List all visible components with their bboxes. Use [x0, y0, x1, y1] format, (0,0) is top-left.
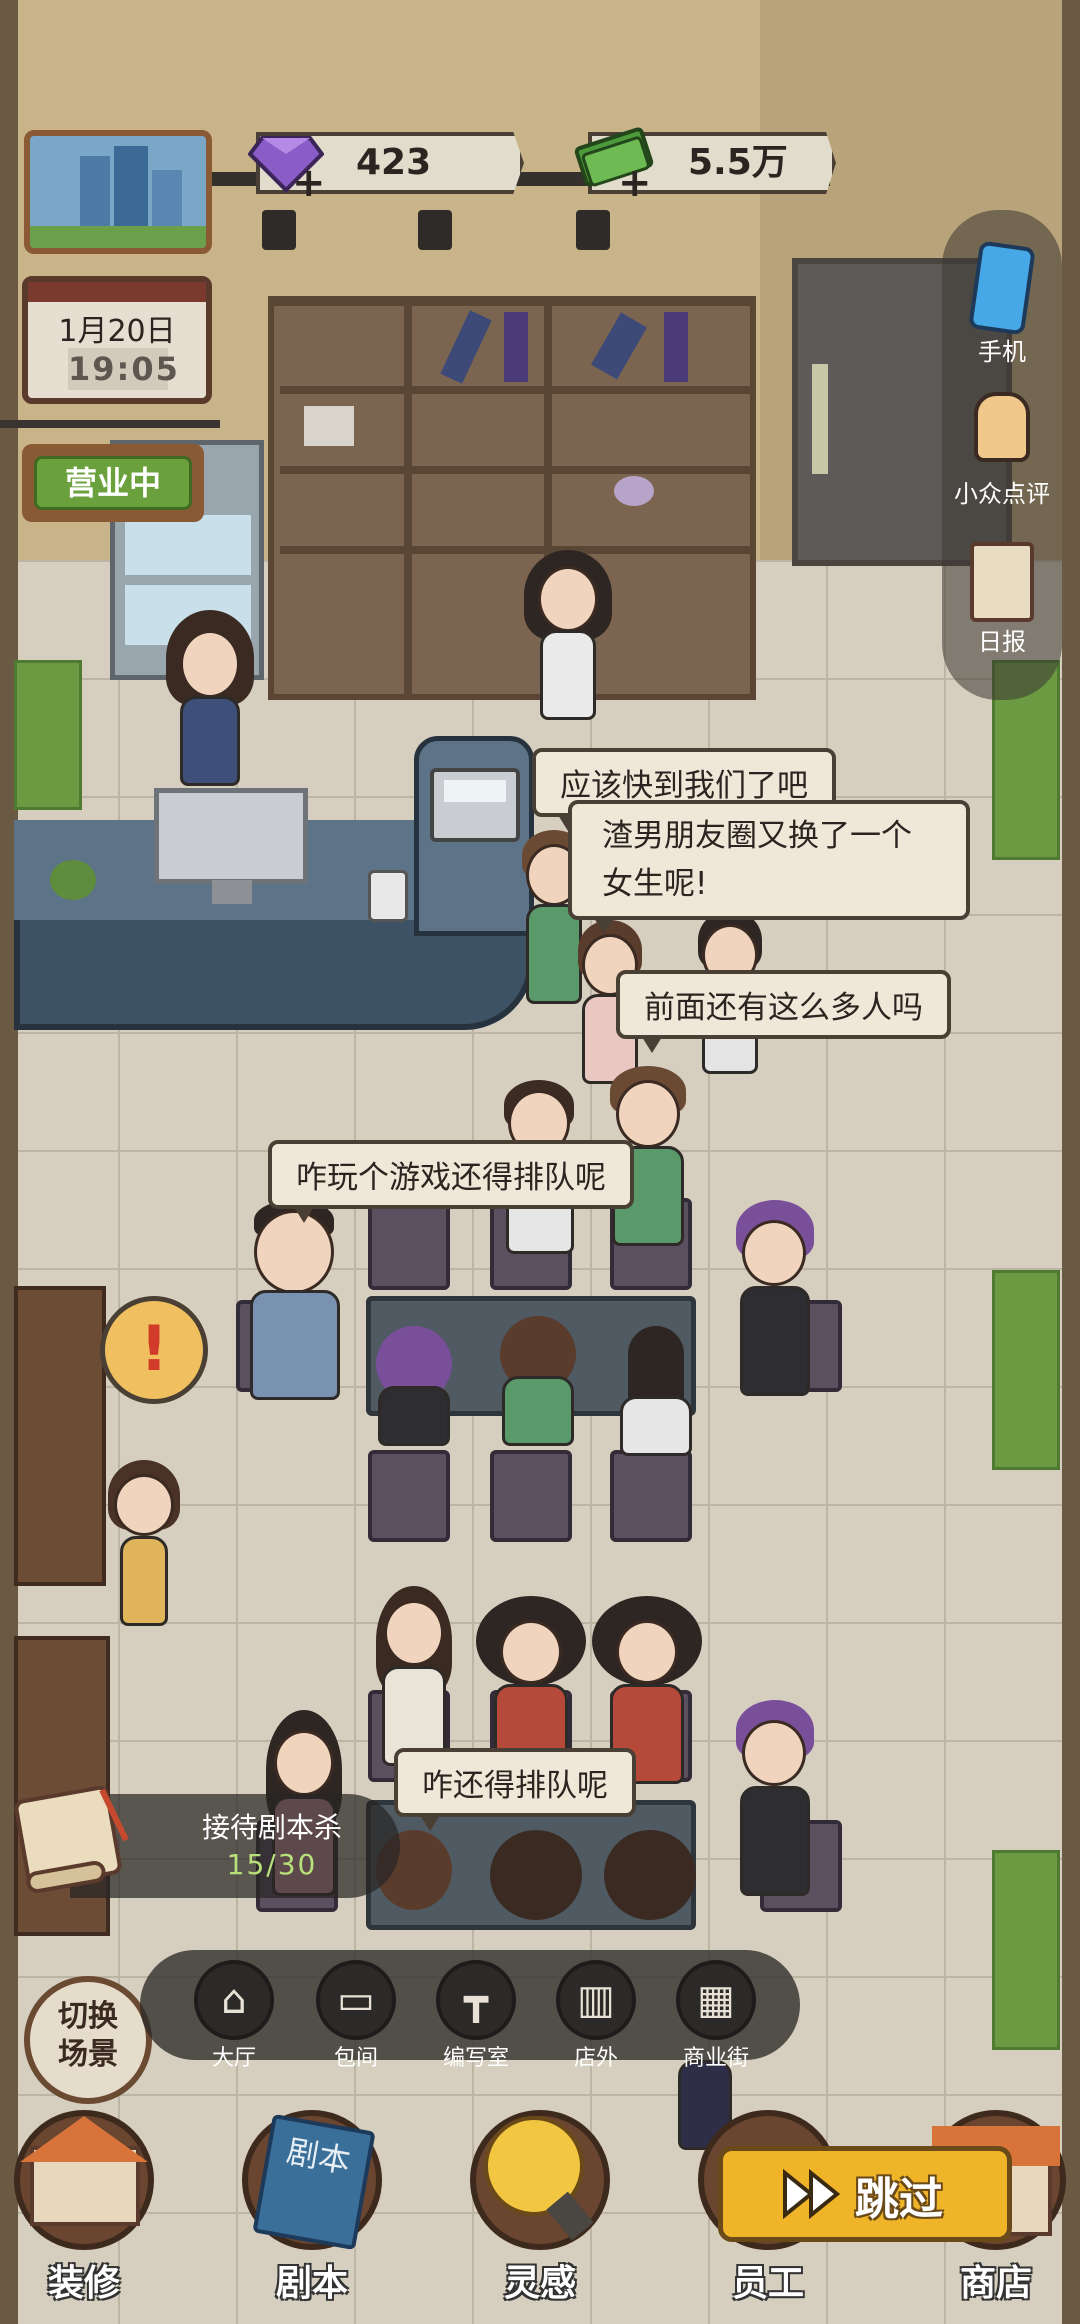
script-label: 剧本	[275, 2263, 348, 2304]
daily-report-button[interactable]: 日报	[942, 542, 1062, 657]
seated-customer-back[interactable]	[600, 1830, 700, 1950]
storefront-icon: ▥	[556, 1960, 636, 2040]
seated-customer-back[interactable]	[614, 1326, 698, 1456]
card-reader	[368, 870, 408, 922]
alert-icon[interactable]: !	[100, 1296, 208, 1404]
sofa-icon: ▭	[316, 1960, 396, 2040]
nav-outside-label: 店外	[573, 2046, 618, 2071]
computer-monitor	[154, 788, 308, 884]
bookshelf	[268, 300, 756, 700]
phone-label: 手机	[978, 338, 1026, 366]
task-progress: 15/30	[226, 1848, 318, 1881]
shop-label: 商店	[959, 2263, 1032, 2304]
right-wall-edge	[1062, 0, 1080, 2324]
speech-bubble: 前面还有这么多人吗	[616, 970, 951, 1053]
staff-character[interactable]	[518, 550, 618, 750]
phone-button[interactable]: 手机	[942, 240, 1062, 367]
nav-commercial-street[interactable]: ▦ 商业街	[668, 1960, 764, 2072]
nav-hall-label: 大厅	[211, 2046, 256, 2071]
reviews-label: 小众点评	[954, 480, 1050, 508]
monitor-stand	[212, 880, 252, 904]
nav-private-room-label: 包间	[333, 2046, 378, 2071]
chair	[368, 1198, 450, 1290]
speech-bubble: 渣男朋友圈又换了一个女生呢!	[568, 800, 970, 934]
building-thumbnail[interactable]	[24, 130, 212, 254]
ceiling-lamp	[262, 210, 296, 250]
side-bookcase	[14, 1286, 106, 1586]
speech-bubble: 咋玩个游戏还得排队呢	[268, 1140, 634, 1223]
skip-button[interactable]: 跳过	[718, 2146, 1012, 2242]
script-button[interactable]: 剧本 剧本	[232, 2110, 392, 2320]
masked-customer-character[interactable]	[730, 1200, 820, 1420]
lightbulb-icon	[470, 2110, 610, 2250]
chair	[610, 1450, 692, 1542]
staff-label: 员工	[731, 2263, 804, 2304]
nav-writing-room[interactable]: ┳ 编写室	[428, 1960, 524, 2072]
sign-rod	[0, 420, 220, 428]
ceiling-lamp	[418, 210, 452, 250]
daily-report-label: 日报	[978, 628, 1026, 656]
reviews-button[interactable]: 小众点评	[942, 392, 1062, 509]
green-floor-mat	[992, 1270, 1060, 1470]
status-sign-frame: 营业中	[22, 444, 204, 522]
add-gems-icon[interactable]: +	[292, 160, 326, 206]
skip-label: 跳过	[855, 2174, 943, 2225]
seated-customer-back[interactable]	[496, 1316, 580, 1446]
calendar-date: 1月20日	[58, 314, 176, 349]
nav-outside[interactable]: ▥ 店外	[548, 1960, 644, 2072]
thumbs-up-icon	[974, 392, 1030, 462]
renovation-label: 装修	[47, 2263, 120, 2304]
inspiration-button[interactable]: 灵感	[460, 2110, 620, 2320]
renovation-house-icon	[14, 2110, 154, 2250]
calendar-panel: 1月20日 19:05	[22, 276, 212, 404]
ceiling-lamp	[576, 210, 610, 250]
add-cash-icon[interactable]: +	[618, 160, 652, 206]
nav-private-room[interactable]: ▭ 包间	[308, 1960, 404, 2072]
clipboard-icon	[970, 542, 1034, 622]
chair	[490, 1450, 572, 1542]
green-floor-mat	[14, 660, 82, 810]
masked-customer-character[interactable]	[730, 1700, 820, 1920]
cash-register[interactable]	[430, 768, 520, 842]
desk-icon: ┳	[436, 1960, 516, 2040]
renovation-button[interactable]: 装修	[4, 2110, 164, 2320]
nav-hall[interactable]: ⌂ 大厅	[186, 1960, 282, 2072]
script-book-icon: 剧本	[242, 2110, 382, 2251]
clock-time: 19:05	[68, 348, 180, 390]
fast-forward-icon	[783, 2168, 843, 2220]
business-status-label[interactable]: 营业中	[34, 456, 192, 510]
shop-street-icon: ▦	[676, 1960, 756, 2040]
task-title: 接待剧本杀	[201, 1811, 342, 1844]
counter-plant	[50, 860, 96, 900]
seated-customer-back[interactable]	[486, 1830, 586, 1950]
seated-customer-back[interactable]	[372, 1326, 456, 1446]
switch-scene-label: 切换 场景	[58, 1999, 118, 2072]
chair	[368, 1450, 450, 1542]
nav-writing-room-label: 编写室	[442, 2046, 509, 2071]
house-icon: ⌂	[194, 1960, 274, 2040]
left-wall-edge	[0, 0, 18, 2324]
switch-scene-button[interactable]: 切换 场景	[24, 1976, 152, 2104]
green-floor-mat	[992, 1850, 1060, 2050]
speech-bubble: 咋还得排队呢	[394, 1748, 636, 1831]
nav-commercial-street-label: 商业街	[682, 2046, 749, 2071]
child-character[interactable]	[104, 1460, 184, 1640]
phone-icon	[968, 240, 1036, 336]
scroll-icon[interactable]	[6, 1780, 136, 1900]
book-cover-text: 剧本	[252, 2113, 376, 2251]
inspiration-label: 灵感	[503, 2263, 576, 2304]
mustache-customer-character[interactable]	[240, 1200, 350, 1430]
receptionist-character[interactable]	[160, 610, 260, 790]
